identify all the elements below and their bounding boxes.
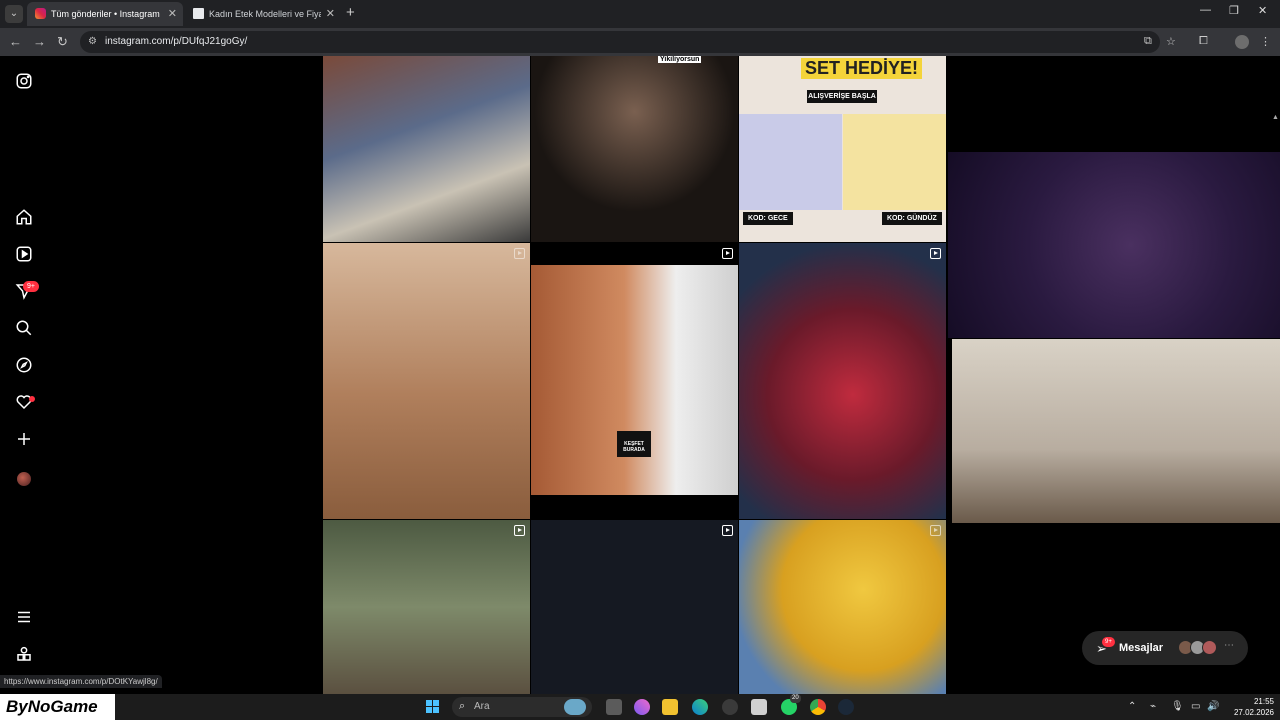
post-thumbnail[interactable]: KEŞFET BURADA	[531, 243, 738, 519]
product-image	[843, 114, 946, 210]
close-tab-icon[interactable]: ✕	[326, 2, 335, 26]
network-off-icon[interactable]: ⌁	[1150, 701, 1156, 712]
copilot-icon[interactable]	[634, 699, 650, 715]
tab-instagram[interactable]: Tüm gönderiler • Instagram ✕	[27, 2, 183, 26]
more-menu-icon[interactable]	[14, 608, 34, 628]
explore-overlay: KEŞFET BURADA	[617, 431, 651, 457]
profile-avatar[interactable]	[17, 472, 31, 486]
bynogame-logo: ByNoGame	[0, 694, 115, 720]
instagram-favicon-icon	[35, 8, 46, 19]
avatar	[1202, 640, 1217, 655]
tab-title: Kadın Etek Modelleri ve Fiyatları	[209, 9, 321, 19]
date: 27.02.2026	[1233, 708, 1274, 717]
windows-taskbar: ByNoGame ⌕ Ara 20 ⌃ ⌁ 🎙 ▭ 🔊 21:55 27.02.…	[0, 694, 1280, 720]
task-view-icon[interactable]	[606, 699, 622, 715]
tab-search-icon[interactable]: ⌄	[5, 5, 23, 23]
messages-button[interactable]: ➢ 9+ Mesajlar ⋯	[1082, 631, 1248, 665]
tab-title: Tüm gönderiler • Instagram	[51, 9, 160, 19]
new-tab-icon[interactable]: +	[346, 4, 355, 21]
store-icon[interactable]	[751, 699, 767, 715]
back-icon[interactable]: ←	[9, 34, 22, 49]
reel-icon	[722, 525, 733, 536]
post-caption: Yikiliyorsun	[658, 56, 702, 63]
app-icon[interactable]	[722, 699, 738, 715]
promo-code: KOD: GECE	[743, 212, 793, 225]
profile-avatar[interactable]	[1235, 35, 1249, 49]
explore-icon[interactable]	[14, 356, 34, 376]
messages-label: Mesajlar	[1119, 642, 1164, 654]
reel-icon	[930, 248, 941, 259]
post-image	[531, 265, 738, 495]
ad-cta: ALIŞVERİŞE BAŞLA	[807, 90, 877, 103]
apps-grid-icon[interactable]	[14, 645, 34, 665]
bookmark-star-icon[interactable]: ☆	[1166, 35, 1176, 48]
stream-webcam-overlay	[948, 152, 1280, 338]
start-icon[interactable]	[426, 700, 440, 714]
search-icon: ⌕	[459, 700, 466, 712]
product-image	[739, 114, 842, 210]
whatsapp-badge: 20	[790, 694, 801, 703]
close-tab-icon[interactable]: ✕	[168, 2, 177, 26]
taskbar-search[interactable]: ⌕ Ara	[452, 697, 592, 717]
home-icon[interactable]	[14, 208, 34, 228]
menu-icon[interactable]: ⋮	[1260, 35, 1271, 48]
reload-icon[interactable]: ↻	[57, 34, 68, 50]
edge-icon[interactable]	[692, 699, 708, 715]
extensions-icon[interactable]: ⧠	[1199, 35, 1208, 48]
tab-skirt-models[interactable]: Kadın Etek Modelleri ve Fiyatları ✕	[185, 2, 341, 26]
reel-icon	[514, 525, 525, 536]
browser-toolbar: ← → ↻ ⚙ instagram.com/p/DUfqJ21goGy/ ⧉ ☆…	[0, 28, 1280, 56]
close-window-icon[interactable]: ✕	[1258, 4, 1267, 17]
notification-badge: 9+	[23, 281, 39, 292]
reel-icon	[722, 248, 733, 259]
tray-chevron-icon[interactable]: ⌃	[1128, 701, 1136, 712]
post-thumbnail[interactable]: SET HEDİYE! ALIŞVERİŞE BAŞLA KOD: GECE K…	[739, 56, 946, 242]
messages-badge: 9+	[1102, 637, 1115, 647]
site-info-icon[interactable]: ⚙	[88, 36, 97, 47]
ad-headline: SET HEDİYE!	[801, 58, 923, 79]
time: 21:55	[1253, 697, 1274, 706]
create-plus-icon[interactable]	[14, 430, 34, 450]
file-explorer-icon[interactable]	[662, 699, 678, 715]
address-bar[interactable]: ⚙ instagram.com/p/DUfqJ21goGy/ ⧉ ☆	[80, 31, 1176, 53]
microphone-icon[interactable]: 🎙	[1171, 701, 1184, 712]
search-placeholder: Ara	[474, 701, 490, 712]
instagram-sidebar: 9+	[0, 56, 50, 694]
status-url: https://www.instagram.com/p/DOtKYawjl8g/	[0, 675, 162, 688]
instagram-page: 9+ Yikiliyorsun SET HEDİYE! ALIŞVERİŞE B…	[0, 56, 1280, 694]
chrome-icon[interactable]	[810, 699, 826, 715]
page-favicon-icon	[193, 8, 204, 19]
activity-dot	[29, 396, 35, 402]
tab-strip: ⌄ Tüm gönderiler • Instagram ✕ Kadın Ete…	[0, 0, 1280, 28]
volume-icon[interactable]: 🔊	[1207, 701, 1219, 712]
post-thumbnail[interactable]	[739, 520, 946, 694]
display-icon[interactable]: ▭	[1191, 701, 1200, 712]
post-thumbnail[interactable]	[739, 243, 946, 519]
post-thumbnail[interactable]	[323, 520, 530, 694]
search-icon[interactable]	[14, 319, 34, 339]
instagram-logo-icon[interactable]	[14, 72, 34, 92]
minimize-icon[interactable]: —	[1200, 4, 1211, 16]
steam-icon[interactable]	[838, 699, 854, 715]
clock[interactable]: 21:55 27.02.2026	[1220, 696, 1274, 718]
stream-webcam-overlay	[952, 339, 1280, 523]
post-thumbnail[interactable]	[323, 243, 530, 519]
reel-icon	[930, 525, 941, 536]
promo-code: KOD: GÜNDÜZ	[882, 212, 942, 225]
post-thumbnail[interactable]	[323, 56, 530, 242]
restore-icon[interactable]: ❐	[1229, 4, 1239, 17]
reels-icon[interactable]	[14, 245, 34, 265]
more-icon: ⋯	[1224, 640, 1234, 651]
scroll-up-icon[interactable]: ▲	[1272, 114, 1279, 121]
reel-icon	[514, 248, 525, 259]
post-thumbnail[interactable]	[531, 520, 738, 694]
url-text: instagram.com/p/DUfqJ21goGy/	[105, 36, 248, 47]
forward-icon[interactable]: →	[33, 34, 46, 49]
cast-icon[interactable]: ⧉	[1144, 35, 1152, 48]
post-thumbnail[interactable]: Yikiliyorsun	[531, 56, 738, 242]
search-highlight-icon	[564, 699, 586, 715]
